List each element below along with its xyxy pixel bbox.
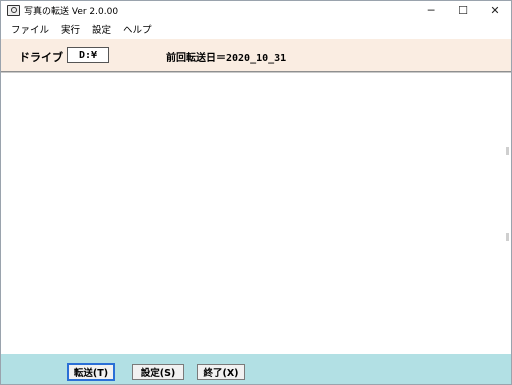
menu-file[interactable]: ファイル: [11, 22, 49, 36]
close-button[interactable]: ✕: [479, 1, 511, 19]
info-bar: ドライブ D:¥ 前回転送日＝2020_10_31: [1, 39, 511, 72]
menu-help[interactable]: ヘルプ: [123, 22, 152, 36]
camera-icon: [7, 4, 20, 16]
footer-bar: 転送(T) 設定(S) 終了(X): [1, 354, 511, 384]
title-bar[interactable]: 写真の転送 Ver 2.0.00 ─ ☐ ✕: [1, 1, 511, 19]
drive-field[interactable]: D:¥: [67, 47, 109, 63]
settings-button[interactable]: 設定(S): [132, 364, 184, 380]
window-controls: ─ ☐ ✕: [415, 1, 511, 19]
menu-settings[interactable]: 設定: [92, 22, 111, 36]
transfer-list-area[interactable]: [1, 72, 511, 355]
exit-button[interactable]: 終了(X): [197, 364, 245, 380]
menu-run[interactable]: 実行: [61, 22, 80, 36]
window-title: 写真の転送 Ver 2.0.00: [24, 6, 119, 17]
maximize-button[interactable]: ☐: [447, 1, 479, 19]
transfer-button[interactable]: 転送(T): [67, 363, 115, 381]
menu-bar: ファイル 実行 設定 ヘルプ: [1, 20, 511, 38]
app-window: 写真の転送 Ver 2.0.00 ─ ☐ ✕ ファイル 実行 設定 ヘルプ ドラ…: [0, 0, 512, 385]
minimize-button[interactable]: ─: [415, 1, 447, 19]
last-transfer-date: 前回転送日＝2020_10_31: [166, 53, 287, 64]
scroll-marker: [506, 233, 509, 241]
drive-label: ドライブ: [19, 51, 63, 64]
scroll-marker: [506, 147, 509, 155]
